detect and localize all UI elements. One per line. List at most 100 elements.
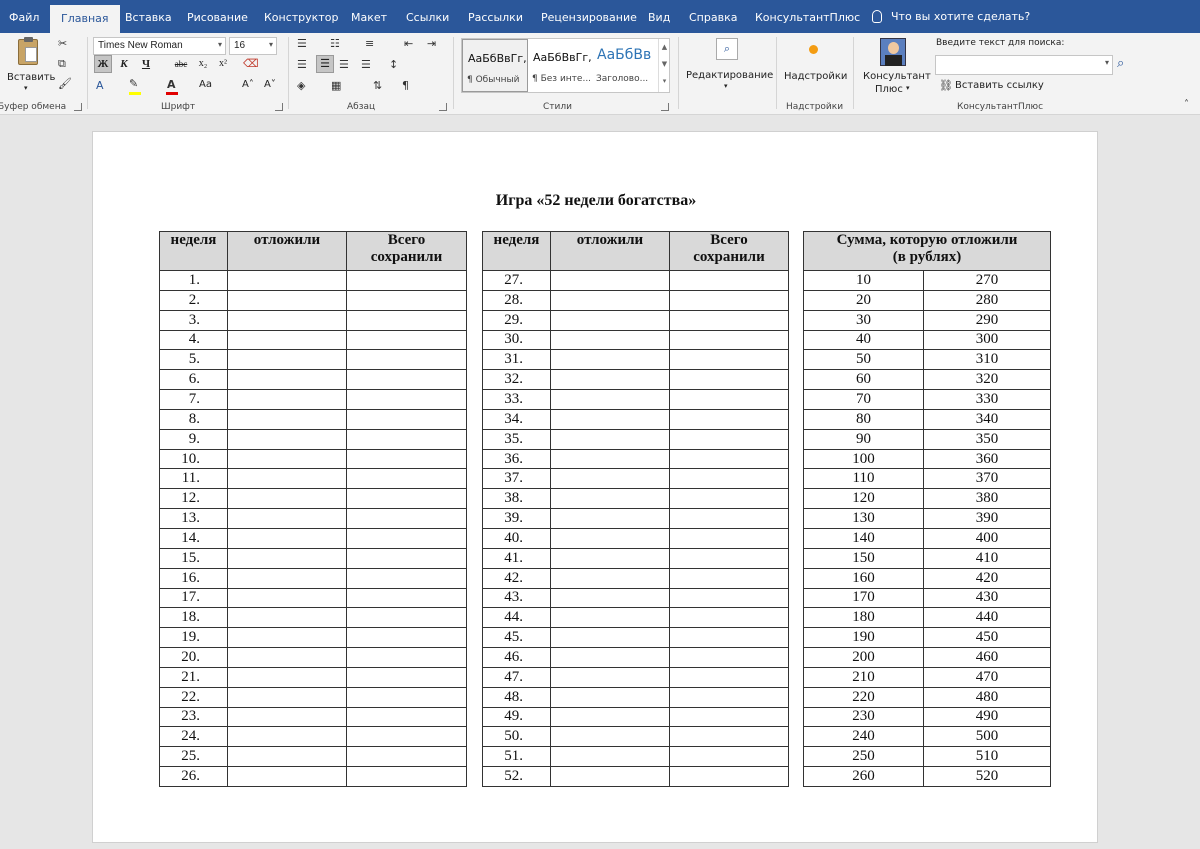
bullets-icon[interactable]: ☰: [297, 37, 307, 50]
search-icon[interactable]: ⌕: [1117, 56, 1124, 71]
saved-cell[interactable]: [227, 389, 347, 410]
increase-indent-icon[interactable]: ⇥: [427, 37, 436, 50]
saved-cell[interactable]: [550, 746, 670, 768]
saved-cell[interactable]: [550, 607, 670, 629]
saved-cell[interactable]: [550, 448, 670, 470]
saved-cell[interactable]: [227, 468, 347, 490]
tab-references[interactable]: Ссылки: [406, 11, 449, 24]
total-cell[interactable]: [669, 607, 789, 629]
saved-cell[interactable]: [550, 428, 670, 450]
total-cell[interactable]: [346, 627, 467, 649]
styles-scroll[interactable]: ▲ ▼ ▾: [658, 39, 670, 92]
decrease-indent-icon[interactable]: ⇤: [404, 37, 413, 50]
saved-cell[interactable]: [227, 706, 347, 728]
total-cell[interactable]: [669, 527, 789, 549]
saved-cell[interactable]: [227, 527, 347, 549]
total-cell[interactable]: [669, 448, 789, 470]
total-cell[interactable]: [346, 508, 467, 529]
total-cell[interactable]: [669, 567, 789, 589]
total-cell[interactable]: [346, 389, 467, 410]
copy-icon[interactable]: ⧉: [58, 57, 66, 71]
saved-cell[interactable]: [227, 766, 347, 787]
font-launcher-icon[interactable]: [275, 103, 283, 111]
saved-cell[interactable]: [227, 309, 347, 331]
total-cell[interactable]: [346, 587, 467, 609]
total-cell[interactable]: [669, 547, 789, 569]
total-cell[interactable]: [669, 627, 789, 649]
saved-cell[interactable]: [227, 567, 347, 589]
tab-review[interactable]: Рецензирование: [541, 11, 637, 24]
change-case-button[interactable]: Aa: [199, 79, 212, 90]
saved-cell[interactable]: [227, 270, 347, 291]
borders-icon[interactable]: ▦: [331, 79, 341, 92]
saved-cell[interactable]: [550, 369, 670, 391]
tab-help[interactable]: Справка: [689, 11, 737, 24]
total-cell[interactable]: [346, 408, 467, 430]
tab-design[interactable]: Конструктор: [264, 11, 338, 24]
total-cell[interactable]: [346, 567, 467, 589]
saved-cell[interactable]: [550, 527, 670, 549]
total-cell[interactable]: [669, 746, 789, 768]
saved-cell[interactable]: [550, 587, 670, 609]
saved-cell[interactable]: [227, 428, 347, 450]
cut-icon[interactable]: ✂: [58, 37, 67, 50]
total-cell[interactable]: [669, 666, 789, 688]
total-cell[interactable]: [346, 468, 467, 490]
saved-cell[interactable]: [227, 607, 347, 629]
clear-formatting-icon[interactable]: ⌫: [243, 57, 259, 70]
saved-cell[interactable]: [550, 289, 670, 311]
total-cell[interactable]: [346, 666, 467, 688]
tab-file[interactable]: Файл: [9, 11, 39, 24]
total-cell[interactable]: [669, 587, 789, 609]
tab-layout[interactable]: Макет: [351, 11, 387, 24]
saved-cell[interactable]: [550, 468, 670, 490]
multilevel-list-icon[interactable]: ≡: [365, 37, 374, 50]
total-cell[interactable]: [669, 428, 789, 450]
clipboard-launcher-icon[interactable]: [74, 103, 82, 111]
addins-button[interactable]: Надстройки: [782, 36, 848, 84]
tab-consultantplus[interactable]: КонсультантПлюс: [755, 11, 860, 24]
saved-cell[interactable]: [550, 726, 670, 748]
total-cell[interactable]: [669, 508, 789, 529]
total-cell[interactable]: [669, 270, 789, 291]
subscript-button[interactable]: x₂: [194, 55, 212, 73]
total-cell[interactable]: [346, 686, 467, 708]
saved-cell[interactable]: [550, 706, 670, 728]
total-cell[interactable]: [346, 527, 467, 549]
sort-icon[interactable]: ⇅: [373, 79, 382, 92]
total-cell[interactable]: [346, 349, 467, 371]
tab-mailings[interactable]: Рассылки: [468, 11, 523, 24]
saved-cell[interactable]: [227, 726, 347, 748]
paste-button[interactable]: Вставить ▾: [4, 37, 55, 95]
saved-cell[interactable]: [227, 408, 347, 430]
saved-cell[interactable]: [227, 746, 347, 768]
saved-cell[interactable]: [227, 666, 347, 688]
paragraph-launcher-icon[interactable]: [439, 103, 447, 111]
total-cell[interactable]: [346, 488, 467, 510]
saved-cell[interactable]: [227, 448, 347, 470]
saved-cell[interactable]: [550, 389, 670, 410]
saved-cell[interactable]: [227, 289, 347, 311]
align-center-icon[interactable]: ☰: [316, 55, 334, 73]
line-spacing-icon[interactable]: ↕: [389, 58, 398, 71]
total-cell[interactable]: [346, 428, 467, 450]
saved-cell[interactable]: [227, 587, 347, 609]
saved-cell[interactable]: [550, 766, 670, 787]
total-cell[interactable]: [669, 389, 789, 410]
total-cell[interactable]: [669, 706, 789, 728]
total-cell[interactable]: [669, 408, 789, 430]
editing-button[interactable]: ⌕ Редактирование ▾: [684, 36, 773, 98]
total-cell[interactable]: [346, 369, 467, 391]
total-cell[interactable]: [669, 468, 789, 490]
total-cell[interactable]: [346, 309, 467, 331]
total-cell[interactable]: [669, 488, 789, 510]
total-cell[interactable]: [346, 726, 467, 748]
total-cell[interactable]: [669, 289, 789, 311]
grow-font-button[interactable]: A˄: [242, 79, 254, 90]
saved-cell[interactable]: [550, 309, 670, 331]
consultantplus-button[interactable]: Консультант Плюс ▾: [860, 36, 931, 100]
total-cell[interactable]: [346, 607, 467, 629]
total-cell[interactable]: [346, 706, 467, 728]
total-cell[interactable]: [346, 329, 467, 351]
total-cell[interactable]: [669, 369, 789, 391]
